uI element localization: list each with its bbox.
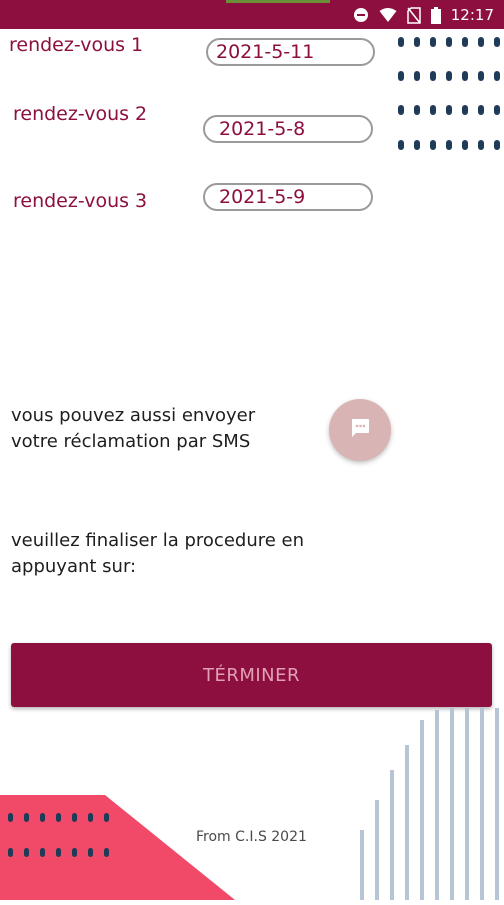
status-bar: 12:17 [0, 0, 504, 29]
battery-icon [430, 6, 441, 24]
appointment-2-date-field[interactable]: 2021-5-8 [203, 115, 373, 143]
appointment-2-label: rendez-vous 2 [13, 103, 148, 125]
appointment-1-date-field[interactable]: 2021-5-11 [206, 38, 375, 66]
footer-credit: From C.I.S 2021 [196, 829, 307, 845]
finalize-text-line-1: veuillez finaliser la procedure en [11, 530, 305, 551]
status-icons: 12:17 [353, 5, 494, 25]
appointment-1-label: rendez-vous 1 [9, 34, 144, 56]
status-time: 12:17 [450, 6, 494, 24]
status-accent-line [226, 0, 330, 3]
finalize-text-line-2: appuyant sur: [11, 556, 137, 577]
sms-fab-button[interactable] [329, 399, 391, 461]
wifi-icon [379, 7, 397, 23]
decorative-pink-shape [0, 795, 240, 900]
sms-text-line-1: vous pouvez aussi envoyer [11, 405, 256, 426]
decorative-dots-top [398, 37, 504, 157]
no-sim-icon [407, 6, 421, 24]
decorative-bars [355, 700, 504, 900]
minus-circle-icon [353, 7, 369, 23]
message-icon [349, 417, 371, 444]
sms-text-line-2: votre réclamation par SMS [11, 431, 251, 452]
appointment-3-date-field[interactable]: 2021-5-9 [203, 183, 373, 211]
sms-text: vous pouvez aussi envoyer votre réclamat… [11, 403, 331, 455]
finish-button-label: TÉRMINER [202, 664, 301, 686]
finalize-text: veuillez finaliser la procedure en appuy… [11, 528, 331, 580]
finish-button[interactable]: TÉRMINER [11, 643, 492, 707]
appointment-3-label: rendez-vous 3 [13, 190, 148, 212]
